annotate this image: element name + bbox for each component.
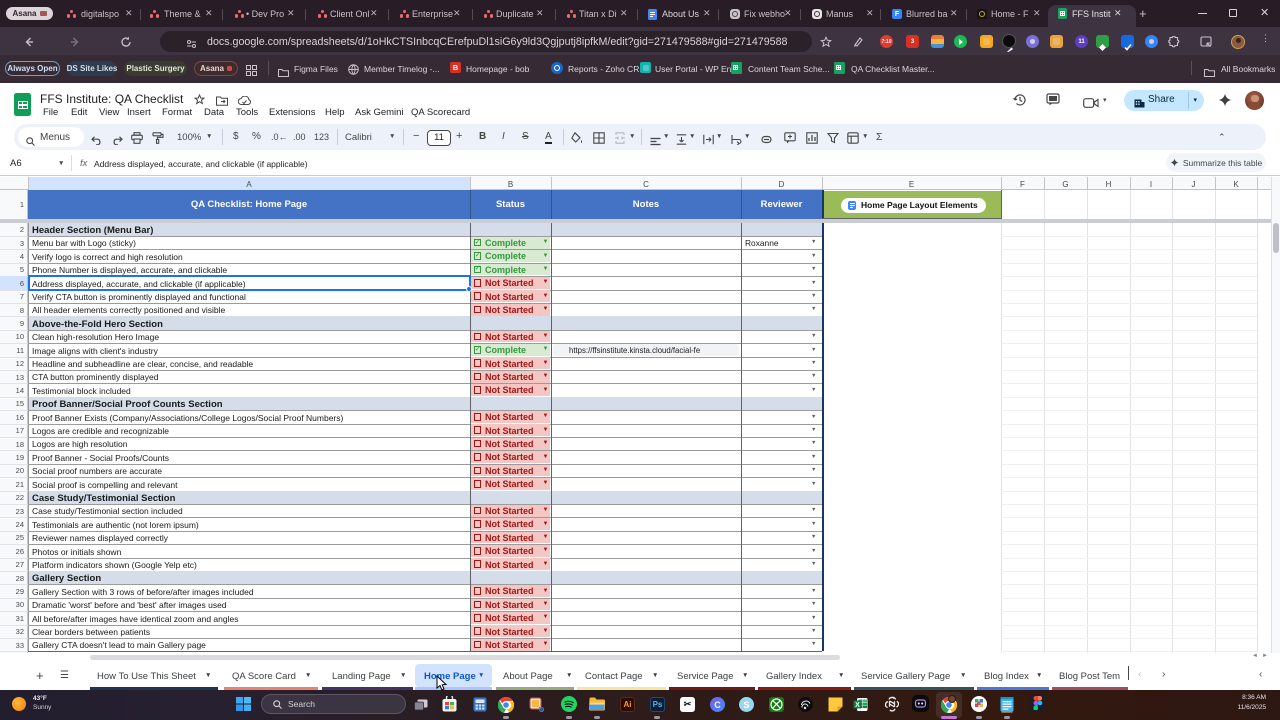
svg-text:X: X <box>855 702 860 709</box>
